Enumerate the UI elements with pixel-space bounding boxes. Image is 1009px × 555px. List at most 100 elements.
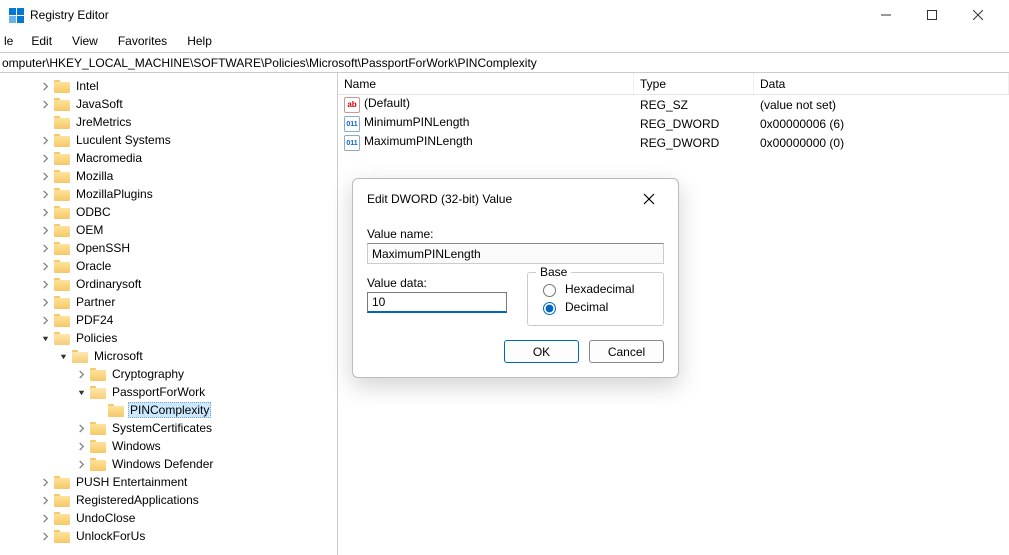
tree-node[interactable]: UnlockForUs: [0, 527, 337, 545]
minimize-button[interactable]: [863, 0, 909, 30]
tree-node[interactable]: Policies: [0, 329, 337, 347]
chevron-right-icon[interactable]: [38, 475, 52, 489]
edit-dword-dialog: Edit DWORD (32-bit) Value Value name: Va…: [352, 178, 679, 378]
chevron-right-icon[interactable]: [74, 367, 88, 381]
tree-node[interactable]: JavaSoft: [0, 95, 337, 113]
close-button[interactable]: [955, 0, 1001, 30]
tree-node[interactable]: PassportForWork: [0, 383, 337, 401]
chevron-right-icon[interactable]: [38, 79, 52, 93]
folder-icon: [54, 314, 70, 327]
chevron-right-icon[interactable]: [38, 187, 52, 201]
radio-hex[interactable]: Hexadecimal: [538, 281, 653, 297]
chevron-right-icon[interactable]: [38, 133, 52, 147]
address-bar[interactable]: omputer\HKEY_LOCAL_MACHINE\SOFTWARE\Poli…: [0, 52, 1009, 73]
chevron-right-icon[interactable]: [74, 439, 88, 453]
col-type[interactable]: Type: [634, 73, 754, 94]
tree-label: Policies: [74, 331, 119, 345]
tree-node[interactable]: Luculent Systems: [0, 131, 337, 149]
tree-node[interactable]: PINComplexity: [0, 401, 337, 419]
tree-node[interactable]: PDF24: [0, 311, 337, 329]
valuename-label: Value name:: [367, 227, 664, 241]
tree-node[interactable]: ODBC: [0, 203, 337, 221]
tree-pane[interactable]: IntelJavaSoftJreMetricsLuculent SystemsM…: [0, 73, 338, 555]
cancel-button[interactable]: Cancel: [589, 340, 664, 363]
tree-label: Microsoft: [92, 349, 145, 363]
menu-favorites[interactable]: Favorites: [108, 32, 177, 50]
chevron-right-icon[interactable]: [38, 511, 52, 525]
chevron-right-icon[interactable]: [38, 205, 52, 219]
chevron-right-icon[interactable]: [38, 169, 52, 183]
menu-file[interactable]: le: [4, 32, 21, 50]
chevron-none: [38, 115, 52, 129]
folder-icon: [54, 152, 70, 165]
value-data: (value not set): [754, 98, 1009, 112]
tree-node[interactable]: Windows Defender: [0, 455, 337, 473]
chevron-right-icon[interactable]: [38, 529, 52, 543]
folder-icon: [54, 278, 70, 291]
menu-view[interactable]: View: [62, 32, 108, 50]
tree-node[interactable]: MozillaPlugins: [0, 185, 337, 203]
maximize-button[interactable]: [909, 0, 955, 30]
folder-icon: [90, 440, 106, 453]
chevron-right-icon[interactable]: [74, 457, 88, 471]
tree-node[interactable]: Windows: [0, 437, 337, 455]
chevron-right-icon[interactable]: [38, 313, 52, 327]
list-row[interactable]: ab(Default)REG_SZ(value not set): [338, 95, 1009, 114]
folder-icon: [54, 188, 70, 201]
folder-icon: [72, 350, 88, 363]
tree-label: PDF24: [74, 313, 115, 327]
folder-icon: [54, 260, 70, 273]
chevron-right-icon[interactable]: [38, 223, 52, 237]
chevron-right-icon[interactable]: [38, 241, 52, 255]
tree-node[interactable]: Intel: [0, 77, 337, 95]
tree-node[interactable]: Mozilla: [0, 167, 337, 185]
tree-node[interactable]: UndoClose: [0, 509, 337, 527]
folder-icon: [54, 242, 70, 255]
tree-node[interactable]: Microsoft: [0, 347, 337, 365]
col-name[interactable]: Name: [338, 73, 634, 94]
chevron-right-icon[interactable]: [74, 421, 88, 435]
chevron-down-icon[interactable]: [56, 349, 70, 363]
tree-node[interactable]: Ordinarysoft: [0, 275, 337, 293]
tree-node[interactable]: RegisteredApplications: [0, 491, 337, 509]
tree-node[interactable]: OpenSSH: [0, 239, 337, 257]
tree-node[interactable]: SystemCertificates: [0, 419, 337, 437]
list-pane: Name Type Data ab(Default)REG_SZ(value n…: [338, 73, 1009, 555]
chevron-right-icon[interactable]: [38, 97, 52, 111]
title-bar: Registry Editor: [0, 0, 1009, 30]
tree-node[interactable]: Cryptography: [0, 365, 337, 383]
tree-label: UnlockForUs: [74, 529, 147, 543]
dialog-close-button[interactable]: [634, 184, 664, 214]
menu-help[interactable]: Help: [177, 32, 222, 50]
chevron-right-icon[interactable]: [38, 295, 52, 309]
tree-node[interactable]: OEM: [0, 221, 337, 239]
chevron-right-icon[interactable]: [38, 259, 52, 273]
radio-decimal[interactable]: Decimal: [538, 299, 653, 315]
tree-label: UndoClose: [74, 511, 137, 525]
tree-label: JavaSoft: [74, 97, 125, 111]
col-data[interactable]: Data: [754, 73, 1009, 94]
valuename-input[interactable]: [367, 243, 664, 264]
value-data: 0x00000006 (6): [754, 117, 1009, 131]
tree-label: JreMetrics: [74, 115, 133, 129]
menu-edit[interactable]: Edit: [21, 32, 62, 50]
valuedata-input[interactable]: [367, 292, 507, 313]
tree-node[interactable]: Oracle: [0, 257, 337, 275]
tree-label: MozillaPlugins: [74, 187, 155, 201]
folder-icon: [54, 296, 70, 309]
chevron-down-icon[interactable]: [38, 331, 52, 345]
tree-node[interactable]: JreMetrics: [0, 113, 337, 131]
tree-node[interactable]: PUSH Entertainment: [0, 473, 337, 491]
chevron-right-icon[interactable]: [38, 151, 52, 165]
folder-icon: [54, 134, 70, 147]
tree-node[interactable]: Partner: [0, 293, 337, 311]
list-row[interactable]: 011MaximumPINLengthREG_DWORD0x00000000 (…: [338, 133, 1009, 152]
chevron-right-icon[interactable]: [38, 277, 52, 291]
chevron-down-icon[interactable]: [74, 385, 88, 399]
list-row[interactable]: 011MinimumPINLengthREG_DWORD0x00000006 (…: [338, 114, 1009, 133]
ok-button[interactable]: OK: [504, 340, 579, 363]
tree-node[interactable]: Macromedia: [0, 149, 337, 167]
folder-icon: [54, 494, 70, 507]
chevron-right-icon[interactable]: [38, 493, 52, 507]
tree-label: PINComplexity: [128, 402, 211, 418]
